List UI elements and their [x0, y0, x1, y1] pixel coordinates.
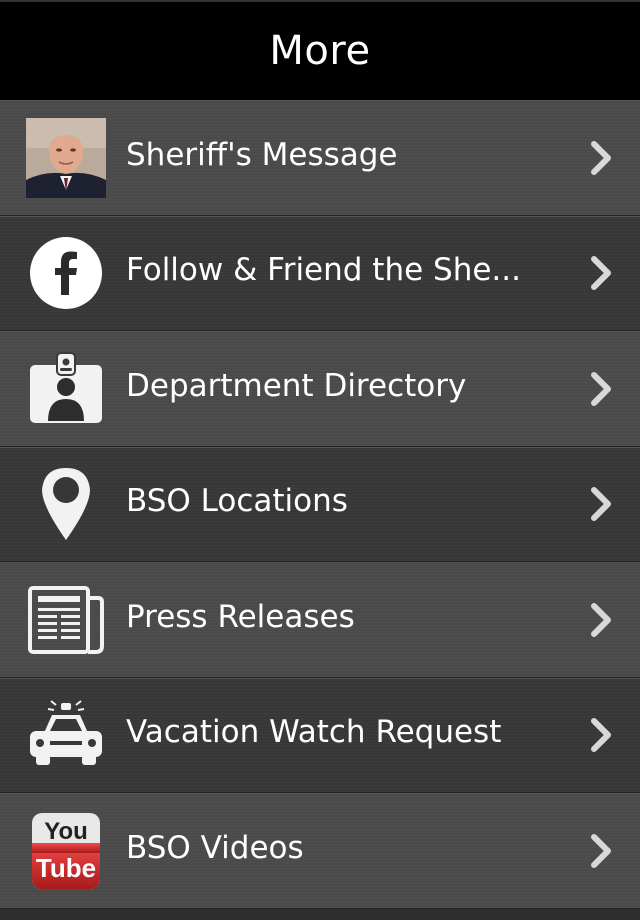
menu-item-sheriffs-message[interactable]: Sheriff's Message — [0, 100, 640, 216]
chevron-right-icon — [591, 140, 611, 175]
menu-item-follow-friend[interactable]: Follow & Friend the She... — [0, 215, 640, 331]
menu-item-label: Department Directory — [126, 367, 467, 404]
menu-item-label: Press Releases — [126, 598, 355, 635]
menu-item-bso-locations[interactable]: BSO Locations — [0, 446, 640, 562]
menu-list: Sheriff's Message Follow & Friend the Sh… — [0, 100, 640, 909]
chevron-right-icon — [591, 487, 611, 522]
sheriff-photo — [26, 117, 106, 198]
chevron-right-icon — [591, 833, 611, 868]
menu-item-label: Follow & Friend the She... — [126, 252, 521, 289]
newspaper-icon — [26, 580, 106, 660]
chevron-right-icon — [591, 371, 611, 406]
menu-item-label: Sheriff's Message — [126, 136, 398, 173]
police-car-icon — [26, 695, 106, 775]
map-pin-icon — [26, 464, 106, 544]
svg-text:Tube: Tube — [36, 853, 96, 883]
menu-item-label: BSO Locations — [126, 483, 348, 520]
nav-header: More — [0, 0, 640, 100]
menu-item-label: Vacation Watch Request — [126, 714, 502, 751]
chevron-right-icon — [591, 602, 611, 637]
chevron-right-icon — [591, 718, 611, 753]
facebook-icon — [26, 233, 106, 313]
menu-item-label: BSO Videos — [126, 829, 304, 866]
menu-item-press-releases[interactable]: Press Releases — [0, 562, 640, 678]
page-title: More — [269, 28, 371, 74]
menu-item-department-directory[interactable]: Department Directory — [0, 331, 640, 447]
chevron-right-icon — [591, 256, 611, 291]
menu-item-vacation-watch[interactable]: Vacation Watch Request — [0, 677, 640, 793]
menu-item-bso-videos[interactable]: You Tube BSO Videos — [0, 793, 640, 909]
youtube-icon: You Tube — [26, 811, 106, 891]
svg-text:You: You — [44, 818, 88, 845]
id-badge-icon — [26, 349, 106, 429]
